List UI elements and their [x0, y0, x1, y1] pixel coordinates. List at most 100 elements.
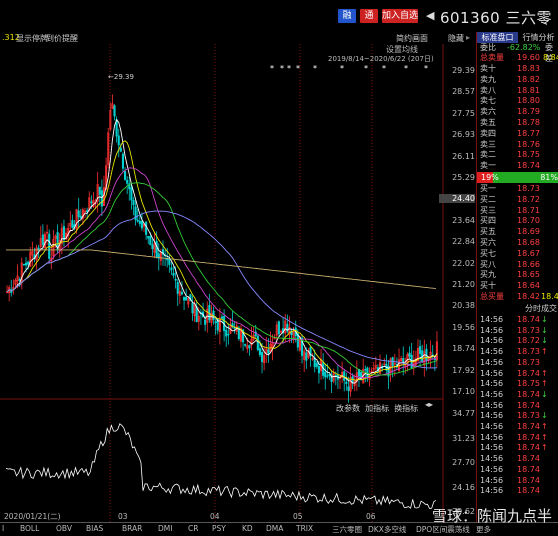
- candle-body: [136, 219, 139, 222]
- candle-body: [347, 386, 350, 391]
- tong-button[interactable]: 通: [360, 9, 378, 23]
- indicator-tab[interactable]: I: [2, 524, 4, 533]
- indicator-tab[interactable]: CR: [188, 524, 198, 533]
- current-price-tag: 24.40: [439, 194, 475, 203]
- ma-line-long: [6, 249, 436, 290]
- buy-level: 买七 18.67: [477, 249, 558, 260]
- buy-level: 买六 18.68: [477, 238, 558, 249]
- indicator-tab[interactable]: BIAS: [86, 524, 103, 533]
- candle-body: [214, 321, 217, 324]
- indicator-tab[interactable]: TRIX: [296, 524, 313, 533]
- tab-standard[interactable]: 标准盘口: [477, 32, 518, 43]
- date-range-label: 2019/8/14~2020/6/22 (207日): [328, 55, 434, 63]
- candle-body: [151, 244, 154, 250]
- ratio-bar: 19% 81%: [477, 172, 558, 183]
- sell-level-price: 18.80: [517, 96, 540, 106]
- buy-level-label: 买十: [480, 281, 496, 291]
- candle-body: [172, 272, 175, 276]
- buy-level-price: 18.67: [517, 248, 540, 258]
- tick-direction-icon: ↑: [541, 379, 548, 389]
- tick-direction-icon: ↓: [541, 315, 548, 324]
- rong-button[interactable]: 融: [338, 9, 356, 23]
- buy-level-label: 买九: [480, 270, 496, 280]
- candle-body: [220, 316, 224, 319]
- hide-arrow-icon[interactable]: ▸: [466, 33, 470, 42]
- chart-menu-bar: .312 显示停牌 到价提醒 简约画面 隐藏 ▸: [0, 32, 475, 44]
- buy-level: 买二 18.72: [477, 195, 558, 206]
- candle-body: [170, 267, 173, 271]
- stock-code: 601360: [439, 9, 501, 27]
- candle-body: [256, 335, 259, 350]
- indicator-tab[interactable]: PSY: [212, 524, 226, 533]
- indicator-tab[interactable]: OBV: [56, 524, 72, 533]
- ratio-right: 81%: [540, 173, 558, 182]
- change-param-button[interactable]: 改参数: [336, 404, 360, 413]
- price-tick-label: 29.39: [452, 66, 475, 75]
- buy-level: 买四 18.70: [477, 216, 558, 227]
- candle-body: [227, 333, 230, 336]
- indicator-tab[interactable]: BOLL: [20, 524, 39, 533]
- candle-body: [267, 349, 270, 354]
- tick-time: 14:56: [480, 347, 504, 357]
- sell-level-price: 18.82: [517, 74, 540, 84]
- prev-arrow-icon[interactable]: ◀: [426, 9, 434, 22]
- buy-level-price: 18.72: [517, 194, 540, 204]
- price-tick-label: 19.56: [452, 322, 475, 332]
- simple-view-button[interactable]: 简约画面: [396, 33, 428, 44]
- hide-button[interactable]: 隐藏: [448, 33, 464, 44]
- tick-price: 18.74: [517, 400, 540, 410]
- candle-body: [27, 261, 30, 265]
- indicator-tab[interactable]: 三六零圈: [332, 524, 362, 535]
- sell-level: 卖三 18.76: [477, 140, 558, 151]
- date-tick-label: 04: [210, 512, 220, 521]
- indicator-tick-label: 31.23: [452, 433, 475, 443]
- tab-analysis[interactable]: 行情分析: [518, 32, 558, 43]
- candle-body: [345, 381, 348, 384]
- indicator-tab[interactable]: DMI: [158, 524, 172, 533]
- tick-time: 14:56: [480, 368, 504, 378]
- indicator-tab[interactable]: DMA: [266, 524, 283, 533]
- price-alert-button[interactable]: 到价提醒: [46, 33, 78, 44]
- tick-row: 14:56 18.74 ↓: [477, 315, 558, 326]
- buy-level: 买三 18.71: [477, 206, 558, 217]
- candle-body: [126, 179, 129, 184]
- stock-name: 三六零: [505, 9, 552, 27]
- buy-level-label: 买三: [480, 205, 496, 215]
- add-to-watchlist-button[interactable]: 加入自选: [382, 9, 418, 23]
- sell-level: 卖六 18.79: [477, 107, 558, 118]
- tick-direction-icon: ↓: [541, 389, 548, 399]
- tick-time: 14:56: [480, 379, 504, 389]
- tick-direction-icon: ↑: [541, 347, 548, 357]
- watermark: 雪球：陈闻九点半: [431, 507, 552, 525]
- tick-price: 18.74: [517, 432, 540, 442]
- sell-level: 卖七 18.80: [477, 96, 558, 107]
- kline-chart[interactable]: 2020/01/21(二) 03 04 05 06 * * * * * * * * * * 设置均线 201…: [0, 44, 475, 522]
- show-suspended-toggle[interactable]: 显示停牌: [16, 33, 48, 44]
- add-indicator-button[interactable]: 加指标: [365, 404, 389, 413]
- candle-body: [180, 291, 184, 295]
- indicator-tab[interactable]: BRAR: [122, 524, 142, 533]
- sell-level: 卖八 18.81: [477, 86, 558, 97]
- sell-level-label: 卖八: [480, 85, 496, 95]
- price-tick-label: 26.93: [452, 130, 475, 140]
- candle-body: [145, 221, 148, 235]
- candle-body: [119, 147, 122, 152]
- indicator-arrow-icon[interactable]: ◂▸: [425, 400, 433, 409]
- tick-direction-icon: ↑: [541, 368, 548, 378]
- indicator-tab[interactable]: DKX多空线: [368, 524, 406, 535]
- sell-level-label: 卖十: [480, 64, 496, 73]
- candle-body: [113, 105, 116, 117]
- tick-row: 14:56 18.73 ↓: [477, 326, 558, 337]
- candle-body: [24, 262, 28, 266]
- buy-level-price: 18.65: [517, 270, 540, 280]
- candle-body: [260, 352, 264, 362]
- tick-row: 14:56 18.73 ↓: [477, 411, 558, 422]
- indicator-tab[interactable]: KD: [242, 524, 253, 533]
- ratio-left: 19%: [481, 173, 499, 182]
- tick-row: 14:56 18.74: [477, 454, 558, 465]
- candle-body: [277, 321, 280, 335]
- buy-level-label: 买二: [480, 194, 496, 204]
- tick-direction-icon: ↑: [541, 443, 548, 453]
- switch-indicator-button[interactable]: 换指标: [394, 404, 418, 413]
- tick-time: 14:56: [480, 336, 504, 346]
